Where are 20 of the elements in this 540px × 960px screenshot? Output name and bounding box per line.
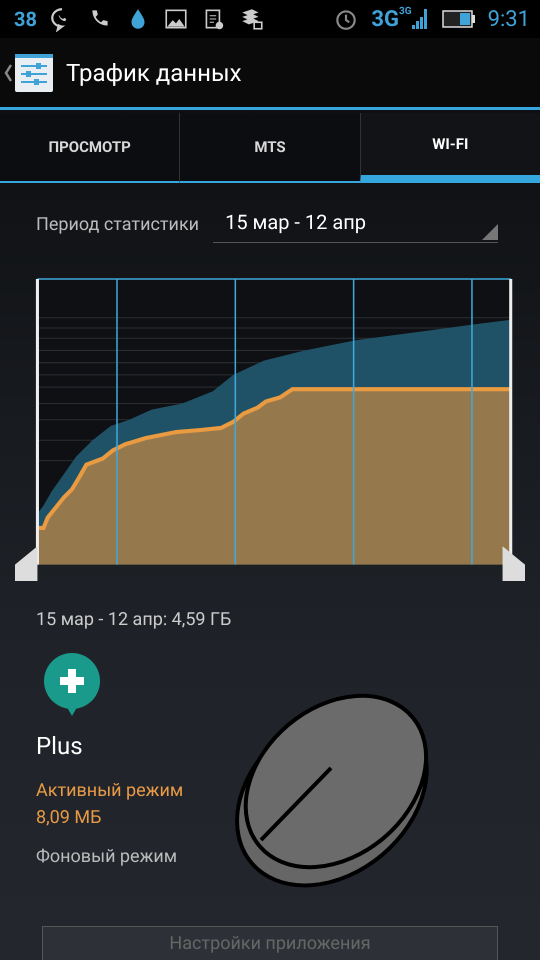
background-label: Фоновый режим — [36, 846, 178, 867]
foreground-value: 8,09 МБ — [36, 807, 102, 828]
sliders-icon — [14, 52, 54, 92]
period-label: Период статистики — [36, 214, 200, 234]
tab[interactable]: ПРОСМОТР — [0, 113, 180, 183]
screen-title: Трафик данных — [66, 58, 242, 86]
app-name: Plus — [36, 732, 83, 760]
dropdown-corner-icon — [482, 224, 498, 240]
clock: 9:31 — [488, 6, 530, 32]
network-type-small: 3G — [399, 6, 412, 17]
network-type: 3G — [371, 6, 400, 32]
battery-icon — [442, 9, 476, 29]
foreground-label: Активный режим — [36, 780, 184, 801]
plus-bubble-icon — [42, 652, 102, 718]
caret-icon — [4, 62, 12, 82]
signal-icon — [410, 7, 430, 31]
usage-summary: 15 мар - 12 апр: 4,59 ГБ — [35, 608, 232, 630]
notification-count: 38 — [14, 7, 37, 31]
tab[interactable]: WI-FI — [360, 113, 540, 183]
period-dropdown[interactable]: 15 мар - 12 апр — [213, 206, 498, 242]
